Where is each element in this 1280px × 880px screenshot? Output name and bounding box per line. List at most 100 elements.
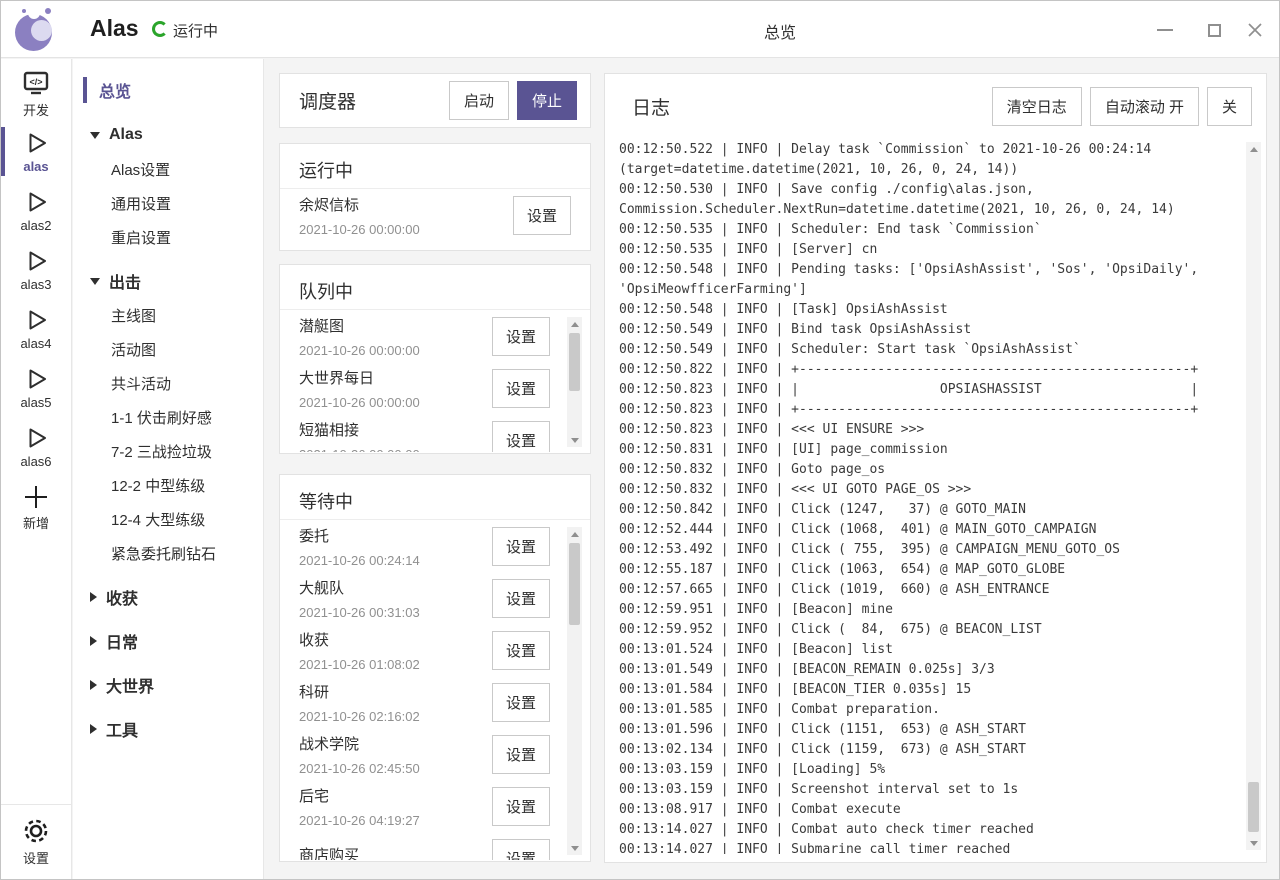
scroll-down-icon[interactable] [567, 841, 582, 855]
maximize-icon [1208, 24, 1221, 37]
log-line: 00:13:08.917 | INFO | Combat execute [619, 800, 1232, 820]
scroll-up-icon[interactable] [567, 527, 582, 541]
task-next-run-time: 2021-10-26 04:19:27 [299, 813, 420, 828]
clear-log-button[interactable]: 清空日志 [992, 87, 1082, 126]
log-header: 日志 清空日志 自动滚动 开 关 [605, 79, 1266, 134]
log-line: 00:12:50.549 | INFO | Bind task OpsiAshA… [619, 320, 1232, 340]
minimize-button[interactable] [1151, 16, 1179, 44]
menu-item-活动图[interactable]: 活动图 [73, 332, 263, 366]
menu-item-Alas设置[interactable]: Alas设置 [73, 152, 263, 186]
log-line: 00:13:03.159 | INFO | Screenshot interva… [619, 780, 1232, 800]
task-name: 商店购买 [299, 844, 359, 860]
maximize-button[interactable] [1200, 16, 1228, 44]
task-setting-button[interactable]: 设置 [492, 317, 550, 356]
task-setting-button[interactable]: 设置 [492, 579, 550, 618]
nav-item-label: alas2 [1, 218, 71, 233]
task-setting-button[interactable]: 设置 [492, 683, 550, 722]
task-next-run-time: 2021-10-26 02:45:50 [299, 761, 420, 776]
nav-item-label: alas [1, 159, 71, 174]
stop-button[interactable]: 停止 [517, 81, 577, 120]
autoscroll-off-button[interactable]: 关 [1207, 87, 1252, 126]
task-row: 余烬信标 2021-10-26 00:00:00 设置 [280, 189, 590, 241]
menu-item-7-2 三战捡垃圾[interactable]: 7-2 三战捡垃圾 [73, 434, 263, 468]
nav-item-alas4[interactable]: alas4 [1, 302, 71, 355]
task-setting-button[interactable]: 设置 [492, 421, 550, 453]
pending-scrollbar[interactable] [567, 317, 582, 447]
task-row: 潜艇图 2021-10-26 00:00:00 设置 [280, 310, 590, 362]
scroll-down-icon[interactable] [567, 433, 582, 447]
task-setting-button[interactable]: 设置 [492, 631, 550, 670]
task-info: 委托 2021-10-26 00:24:14 [299, 525, 420, 568]
nav-settings-button[interactable]: 设置 [1, 804, 71, 879]
task-row: 短猫相接 2021-10-26 00:00:00 设置 [280, 414, 590, 452]
menu-item-label: 重启设置 [111, 227, 171, 248]
nav-sidebar: </> 开发 alas alas2 alas3 alas4 alas5 alas… [1, 59, 72, 879]
play-icon [1, 361, 71, 394]
menu-item-共斗活动[interactable]: 共斗活动 [73, 366, 263, 400]
log-line: 00:12:50.842 | INFO | Click (1247, 37) @… [619, 500, 1232, 520]
menu-item-overview[interactable]: 总览 [73, 72, 263, 108]
menu-group-日常[interactable]: 日常 [73, 624, 263, 658]
scroll-down-icon[interactable] [1246, 836, 1261, 850]
start-button[interactable]: 启动 [449, 81, 509, 120]
nav-item-alas2[interactable]: alas2 [1, 184, 71, 237]
log-line: 'OpsiMeowfficerFarming'] [619, 280, 1232, 300]
nav-settings-label: 设置 [1, 848, 71, 867]
app-title: Alas [90, 15, 139, 42]
log-panel: 日志 清空日志 自动滚动 开 关 00:12:50.522 | INFO | D… [604, 73, 1267, 863]
menu-item-12-2 中型练级[interactable]: 12-2 中型练级 [73, 468, 263, 502]
task-setting-button[interactable]: 设置 [492, 787, 550, 826]
menu-item-1-1 伏击刷好感[interactable]: 1-1 伏击刷好感 [73, 400, 263, 434]
log-line: 00:13:01.596 | INFO | Click (1151, 653) … [619, 720, 1232, 740]
scroll-thumb[interactable] [1248, 782, 1259, 832]
autoscroll-on-button[interactable]: 自动滚动 开 [1090, 87, 1199, 126]
task-setting-button[interactable]: 设置 [492, 369, 550, 408]
nav-item-alas3[interactable]: alas3 [1, 243, 71, 296]
task-setting-button[interactable]: 设置 [492, 527, 550, 566]
waiting-scrollbar[interactable] [567, 527, 582, 855]
menu-item-label: 12-2 中型练级 [111, 475, 205, 496]
play-icon [1, 243, 71, 276]
nav-item-alas6[interactable]: alas6 [1, 420, 71, 473]
close-button[interactable] [1241, 16, 1269, 44]
log-line: 00:13:01.585 | INFO | Combat preparation… [619, 700, 1232, 720]
menu-item-重启设置[interactable]: 重启设置 [73, 220, 263, 254]
menu-group-大世界[interactable]: 大世界 [73, 668, 263, 702]
scroll-up-icon[interactable] [1246, 142, 1261, 156]
menu-sidebar: 总览 Alas Alas设置 通用设置 重启设置 出击 主线图 活动图 共斗活动… [73, 59, 264, 879]
log-lines: 00:12:50.522 | INFO | Delay task `Commis… [619, 140, 1232, 854]
nav-item-label: alas6 [1, 454, 71, 469]
menu-item-12-4 大型练级[interactable]: 12-4 大型练级 [73, 502, 263, 536]
task-setting-button[interactable]: 设置 [492, 839, 550, 861]
nav-item-alas5[interactable]: alas5 [1, 361, 71, 414]
status-spinner-icon [152, 21, 168, 37]
nav-item-alas[interactable]: alas [1, 125, 71, 178]
scroll-thumb[interactable] [569, 333, 580, 391]
menu-item-通用设置[interactable]: 通用设置 [73, 186, 263, 220]
task-setting-button[interactable]: 设置 [492, 735, 550, 774]
log-buttons: 清空日志 自动滚动 开 关 [992, 87, 1252, 126]
scroll-up-icon[interactable] [567, 317, 582, 331]
menu-group-Alas[interactable]: Alas [73, 118, 263, 152]
menu-group-收获[interactable]: 收获 [73, 580, 263, 614]
scroll-thumb[interactable] [569, 543, 580, 625]
log-scrollbar[interactable] [1246, 142, 1261, 850]
group-arrow-icon [90, 132, 100, 139]
menu-group-出击[interactable]: 出击 [73, 264, 263, 298]
log-line: 00:12:53.492 | INFO | Click ( 755, 395) … [619, 540, 1232, 560]
task-name: 收获 [299, 629, 420, 650]
play-icon [1, 302, 71, 335]
nav-item-新增[interactable]: 新增 [1, 479, 71, 532]
menu-group-label: 工具 [106, 717, 138, 741]
menu-item-紧急委托刷钻石[interactable]: 紧急委托刷钻石 [73, 536, 263, 570]
log-title: 日志 [632, 93, 670, 120]
scheduler-buttons: 启动 停止 [449, 81, 577, 120]
menu-item-主线图[interactable]: 主线图 [73, 298, 263, 332]
minimize-icon [1157, 29, 1173, 31]
task-setting-button[interactable]: 设置 [513, 196, 571, 235]
nav-item-开发[interactable]: </> 开发 [1, 66, 71, 119]
app-logo-icon [13, 6, 59, 52]
log-line: 00:12:57.665 | INFO | Click (1019, 660) … [619, 580, 1232, 600]
waiting-title: 等待中 [280, 475, 590, 520]
menu-group-工具[interactable]: 工具 [73, 712, 263, 746]
